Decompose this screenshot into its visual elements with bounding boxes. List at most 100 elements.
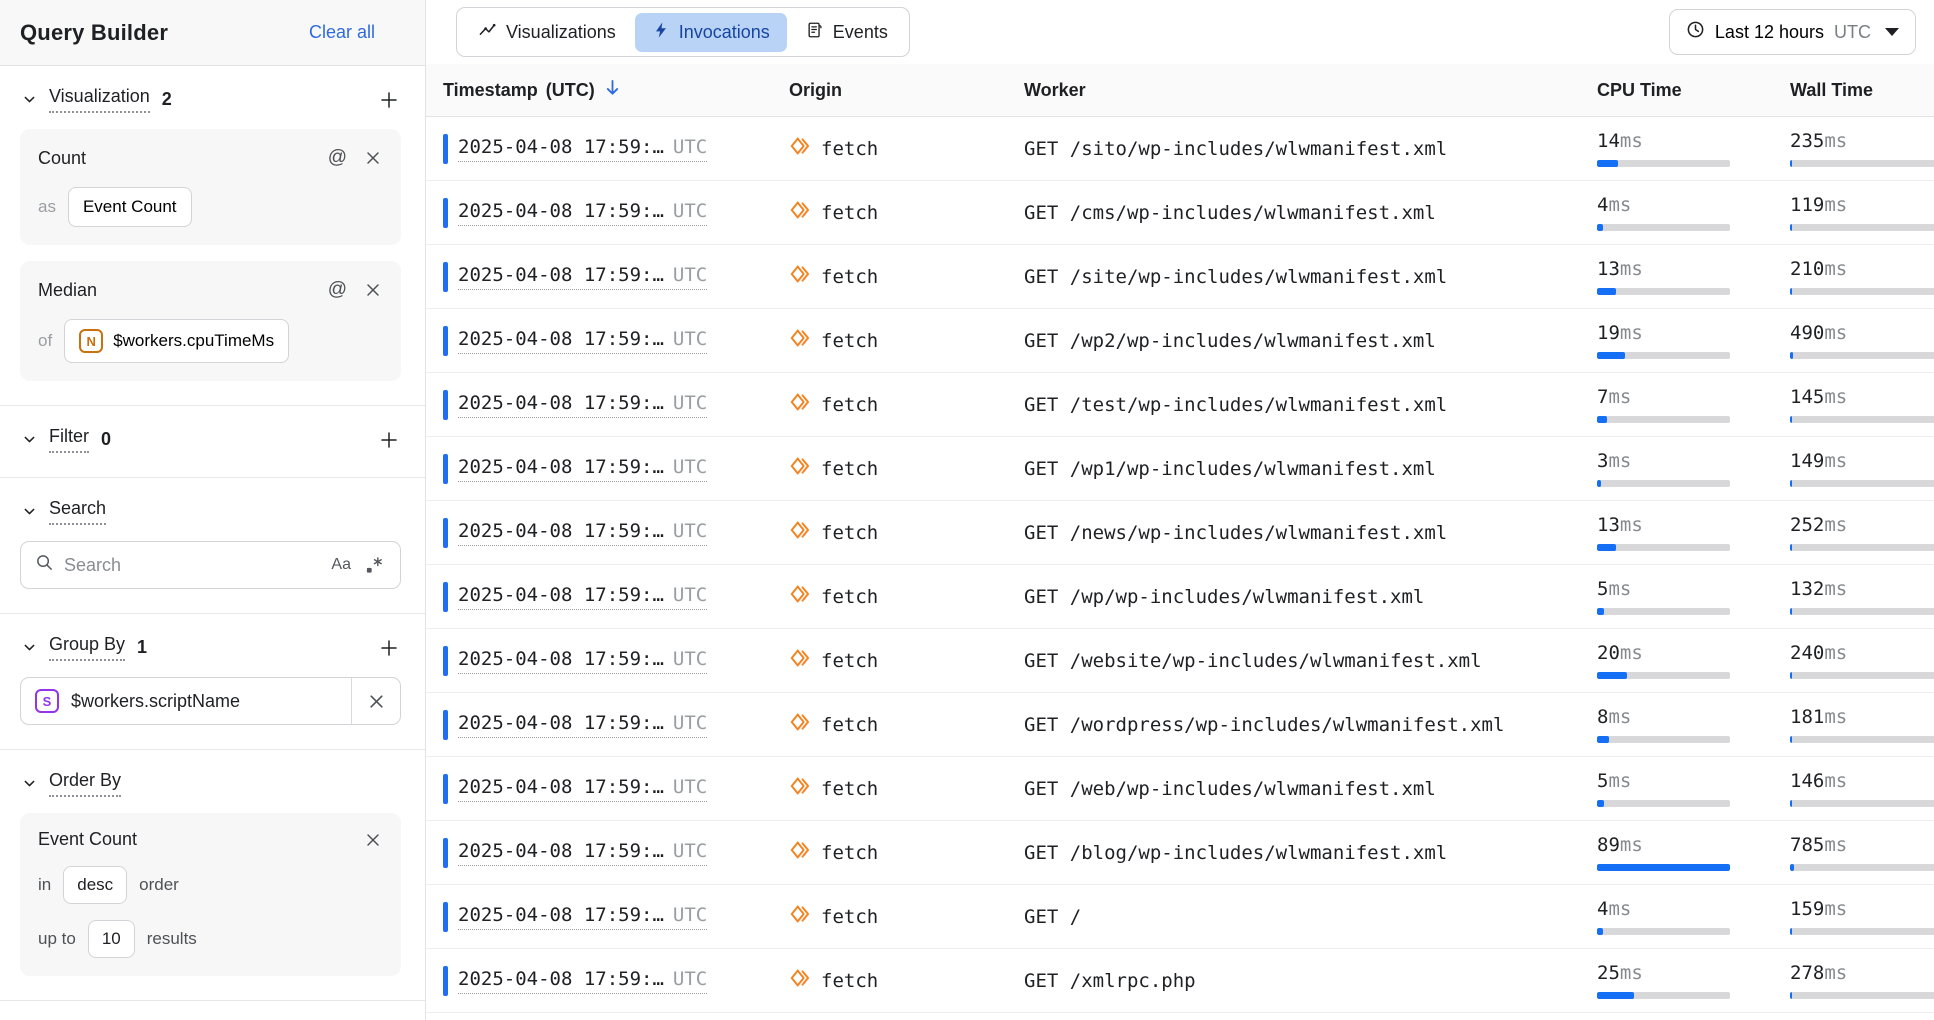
add-filter-button[interactable] <box>377 428 401 452</box>
origin-label: fetch <box>821 202 878 224</box>
column-header-worker[interactable]: Worker <box>1024 80 1597 101</box>
header-label: Origin <box>789 80 842 101</box>
cpu-time-unit: ms <box>1608 898 1631 920</box>
wall-time-bar-fill <box>1790 416 1792 423</box>
filter-title[interactable]: Filter <box>49 426 89 453</box>
row-accent-bar <box>443 326 448 356</box>
origin-label: fetch <box>821 714 878 736</box>
close-icon[interactable] <box>363 148 383 168</box>
origin-label: fetch <box>821 906 878 928</box>
wall-time-bar-track <box>1790 416 1934 423</box>
chevron-down-icon[interactable] <box>20 502 39 521</box>
wall-time-bar-fill <box>1790 672 1792 679</box>
table-row[interactable]: 2025-04-08 17:59:… UTC fetch GET /websit… <box>426 629 1934 693</box>
cpu-time-value: 5 <box>1597 770 1608 792</box>
cpu-time-bar-fill <box>1597 992 1634 999</box>
cpu-time-unit: ms <box>1620 130 1643 152</box>
chevron-down-icon[interactable] <box>20 90 39 109</box>
chevron-down-icon[interactable] <box>20 430 39 449</box>
visualization-title[interactable]: Visualization <box>49 86 150 113</box>
clear-all-link[interactable]: Clear all <box>309 22 375 43</box>
wall-time-unit: ms <box>1824 322 1847 344</box>
cpu-time-unit: ms <box>1608 770 1631 792</box>
worker-request: GET /sito/wp-includes/wlwmanifest.xml <box>1024 138 1447 160</box>
match-case-toggle[interactable]: Aa <box>329 554 353 576</box>
wall-time-value: 149 <box>1790 450 1824 472</box>
event-count-chip[interactable]: Event Count <box>68 187 192 227</box>
search-title[interactable]: Search <box>49 498 106 525</box>
group-by-title[interactable]: Group By <box>49 634 125 661</box>
table-row[interactable]: 2025-04-08 17:59:… UTC fetch GET /wp/wp-… <box>426 565 1934 629</box>
column-header-wall-time[interactable]: Wall Time <box>1790 80 1934 101</box>
table-row[interactable]: 2025-04-08 17:59:… UTC fetch GET / 4ms 1… <box>426 885 1934 949</box>
table-row[interactable]: 2025-04-08 17:59:… UTC fetch GET /wordpr… <box>426 693 1934 757</box>
table-row[interactable]: 2025-04-08 17:59:… UTC fetch GET /sito/w… <box>426 117 1934 181</box>
chevron-down-icon[interactable] <box>20 774 39 793</box>
sidebar-header: Query Builder Clear all <box>0 0 425 66</box>
column-header-timestamp[interactable]: Timestamp (UTC) <box>443 78 789 102</box>
timestamp-text: 2025-04-08 17:59:… <box>458 712 664 734</box>
cpu-time-field-chip[interactable]: N $workers.cpuTimeMs <box>64 319 289 363</box>
table-row[interactable]: 2025-04-08 17:59:… UTC fetch GET /news/w… <box>426 501 1934 565</box>
tab-events[interactable]: Events <box>789 13 905 52</box>
results-label: results <box>147 929 197 949</box>
close-icon[interactable] <box>363 830 383 850</box>
order-label: order <box>139 875 179 895</box>
wall-time-bar-track <box>1790 608 1934 615</box>
cpu-time-bar-fill <box>1597 480 1601 487</box>
table-row[interactable]: 2025-04-08 17:59:… UTC fetch GET /xmlrpc… <box>426 949 1934 1013</box>
wall-time-bar-track <box>1790 864 1934 871</box>
table-row[interactable]: 2025-04-08 17:59:… UTC fetch GET /wp2/wp… <box>426 309 1934 373</box>
origin-label: fetch <box>821 138 878 160</box>
search-input[interactable] <box>64 555 319 576</box>
close-icon[interactable] <box>363 280 383 300</box>
group-by-value: $workers.scriptName <box>71 691 240 712</box>
tab-invocations[interactable]: Invocations <box>635 13 787 52</box>
result-limit-input[interactable]: 10 <box>88 920 135 958</box>
wall-time-bar-track <box>1790 160 1934 167</box>
wall-time-value: 210 <box>1790 258 1824 280</box>
card-title: Median <box>38 280 97 301</box>
wall-time-bar-fill <box>1790 544 1792 551</box>
cpu-time-value: 3 <box>1597 450 1608 472</box>
time-range-selector[interactable]: Last 12 hours UTC <box>1669 9 1916 55</box>
search-section: Search Aa <box>0 478 425 614</box>
group-by-field[interactable]: S $workers.scriptName <box>20 677 401 725</box>
remove-group-by-button[interactable] <box>352 678 400 724</box>
match-case-label: Aa <box>331 556 351 574</box>
timestamp-cell: 2025-04-08 17:59:… UTC <box>458 264 707 290</box>
table-row[interactable]: 2025-04-08 17:59:… UTC fetch GET /test/w… <box>426 373 1934 437</box>
timestamp-text: 2025-04-08 17:59:… <box>458 648 664 670</box>
table-row[interactable]: 2025-04-08 17:59:… UTC fetch GET /web/wp… <box>426 757 1934 821</box>
table-row[interactable]: 2025-04-08 17:59:… UTC fetch GET /cms/wp… <box>426 181 1934 245</box>
regex-toggle-icon[interactable] <box>363 554 386 577</box>
order-by-title[interactable]: Order By <box>49 770 121 797</box>
tab-visualizations[interactable]: Visualizations <box>461 12 633 52</box>
cpu-time-bar-track <box>1597 864 1730 871</box>
wall-time-value: 181 <box>1790 706 1824 728</box>
timestamp-cell: 2025-04-08 17:59:… UTC <box>458 712 707 738</box>
column-header-origin[interactable]: Origin <box>789 80 1024 101</box>
time-range-label: Last 12 hours <box>1715 22 1824 43</box>
origin-label: fetch <box>821 778 878 800</box>
table-row[interactable]: 2025-04-08 17:59:… UTC fetch GET /site/w… <box>426 245 1934 309</box>
mention-icon[interactable]: @ <box>326 277 349 303</box>
timestamp-timezone: UTC <box>673 776 707 798</box>
sort-direction-button[interactable]: desc <box>63 866 127 904</box>
fetch-origin-icon <box>789 711 811 738</box>
wall-time-value: 145 <box>1790 386 1824 408</box>
table-row[interactable]: 2025-04-08 17:59:… UTC fetch GET /wp1/wp… <box>426 437 1934 501</box>
cpu-time-bar-track <box>1597 352 1730 359</box>
add-visualization-button[interactable] <box>377 88 401 112</box>
table-row[interactable]: 2025-04-08 17:59:… UTC fetch GET /blog/w… <box>426 821 1934 885</box>
timestamp-text: 2025-04-08 17:59:… <box>458 776 664 798</box>
cpu-time-unit: ms <box>1620 322 1643 344</box>
add-group-by-button[interactable] <box>377 636 401 660</box>
wall-time-unit: ms <box>1824 578 1847 600</box>
cpu-time-bar-track <box>1597 544 1730 551</box>
column-header-cpu-time[interactable]: CPU Time <box>1597 80 1790 101</box>
cpu-time-bar-track <box>1597 608 1730 615</box>
timestamp-text: 2025-04-08 17:59:… <box>458 328 664 350</box>
chevron-down-icon[interactable] <box>20 638 39 657</box>
mention-icon[interactable]: @ <box>326 145 349 171</box>
